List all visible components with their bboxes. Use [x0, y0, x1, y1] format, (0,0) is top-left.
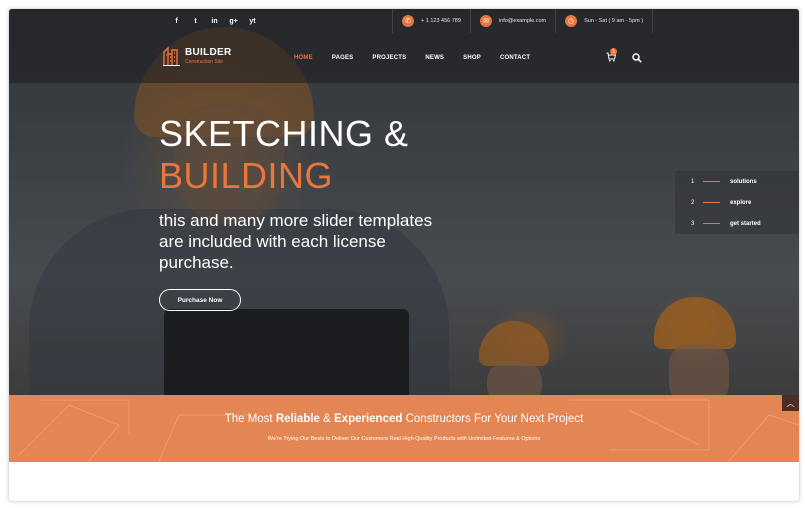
phone-text: + 1 123 456 789	[421, 18, 461, 24]
search-icon[interactable]	[632, 53, 642, 63]
hero-headline-line1: SKETCHING &	[159, 113, 409, 154]
phone-icon: ✆	[402, 15, 414, 27]
step-item-get-started[interactable]: 3 get started	[675, 213, 799, 234]
tagline-title: The Most Reliable & Experienced Construc…	[9, 413, 799, 425]
step-number: 1	[691, 178, 695, 185]
social-links: f t in g+ yt	[167, 9, 262, 33]
step-label: get started	[730, 220, 761, 227]
scroll-to-top-button[interactable]: ︿	[782, 395, 799, 411]
cart-count-badge: 1	[610, 48, 617, 55]
contact-email: ✉ info@example.com	[469, 9, 555, 33]
linkedin-icon[interactable]: in	[205, 18, 224, 25]
blueprint-sketch-background	[18, 399, 799, 462]
nav-projects[interactable]: PROJECTS	[372, 55, 406, 61]
hero-headline-line2: BUILDING	[159, 155, 334, 196]
nav-home[interactable]: HOME	[294, 55, 313, 61]
step-item-solutions[interactable]: 1 solutions	[675, 171, 799, 192]
nav-contact[interactable]: CONTACT	[500, 55, 530, 61]
tagline-subtitle: We're Trying Our Bests to Deliver Our Cu…	[267, 436, 541, 442]
facebook-icon[interactable]: f	[167, 18, 186, 25]
nav-news[interactable]: NEWS	[425, 55, 444, 61]
tagline-part: Constructors For Your Next Project	[402, 413, 584, 425]
logo-name: BUILDER	[185, 46, 232, 58]
step-label: explore	[730, 199, 752, 206]
site-logo[interactable]: BUILDER Construction Site	[163, 46, 232, 66]
nav-pages[interactable]: PAGES	[332, 55, 354, 61]
hero-subtext: this and many more slider templates are …	[159, 211, 433, 272]
step-divider	[703, 223, 720, 224]
building-logo-icon	[163, 46, 180, 66]
tagline-band: The Most Reliable & Experienced Construc…	[9, 395, 799, 462]
chevron-up-icon: ︿	[786, 398, 795, 408]
twitter-icon[interactable]: t	[186, 18, 205, 25]
step-divider	[703, 181, 720, 182]
logo-subtitle: Construction Site	[185, 58, 224, 65]
main-navbar: BUILDER Construction Site HOME PAGES PRO…	[9, 33, 799, 83]
step-label: solutions	[730, 178, 757, 185]
clock-icon: ◷	[565, 15, 578, 27]
contact-hours: ◷ Sun - Sat ( 9 am - 5pm )	[555, 9, 654, 33]
envelope-icon: ✉	[479, 15, 492, 27]
contact-info: ✆ + 1 123 456 789 ✉ info@example.com ◷ S…	[392, 9, 654, 33]
step-number: 3	[691, 220, 695, 227]
slider-steps-nav: 1 solutions 2 explore 3 get started	[675, 171, 799, 234]
step-item-explore[interactable]: 2 explore	[675, 192, 799, 213]
purchase-now-button[interactable]: Purchase Now	[159, 289, 241, 311]
youtube-icon[interactable]: yt	[243, 18, 262, 25]
top-bar: f t in g+ yt ✆ + 1 123 456 789 ✉ info@ex…	[9, 9, 799, 33]
tagline-highlight-experienced: Experienced	[334, 413, 403, 425]
tagline-part: The Most	[224, 413, 276, 425]
hours-text: Sun - Sat ( 9 am - 5pm )	[584, 18, 644, 24]
nav-shop[interactable]: SHOP	[463, 55, 481, 61]
step-divider	[703, 202, 720, 203]
hero-slider: f t in g+ yt ✆ + 1 123 456 789 ✉ info@ex…	[9, 9, 799, 395]
browser-frame: f t in g+ yt ✆ + 1 123 456 789 ✉ info@ex…	[8, 8, 800, 502]
contact-phone: ✆ + 1 123 456 789	[392, 9, 470, 33]
google-plus-icon[interactable]: g+	[224, 18, 243, 25]
main-menu: HOME PAGES PROJECTS NEWS SHOP CONTACT	[294, 33, 549, 83]
tagline-part: &	[319, 413, 334, 425]
email-text[interactable]: info@example.com	[499, 18, 546, 24]
tagline-highlight-reliable: Reliable	[275, 413, 320, 425]
step-number: 2	[691, 199, 695, 206]
